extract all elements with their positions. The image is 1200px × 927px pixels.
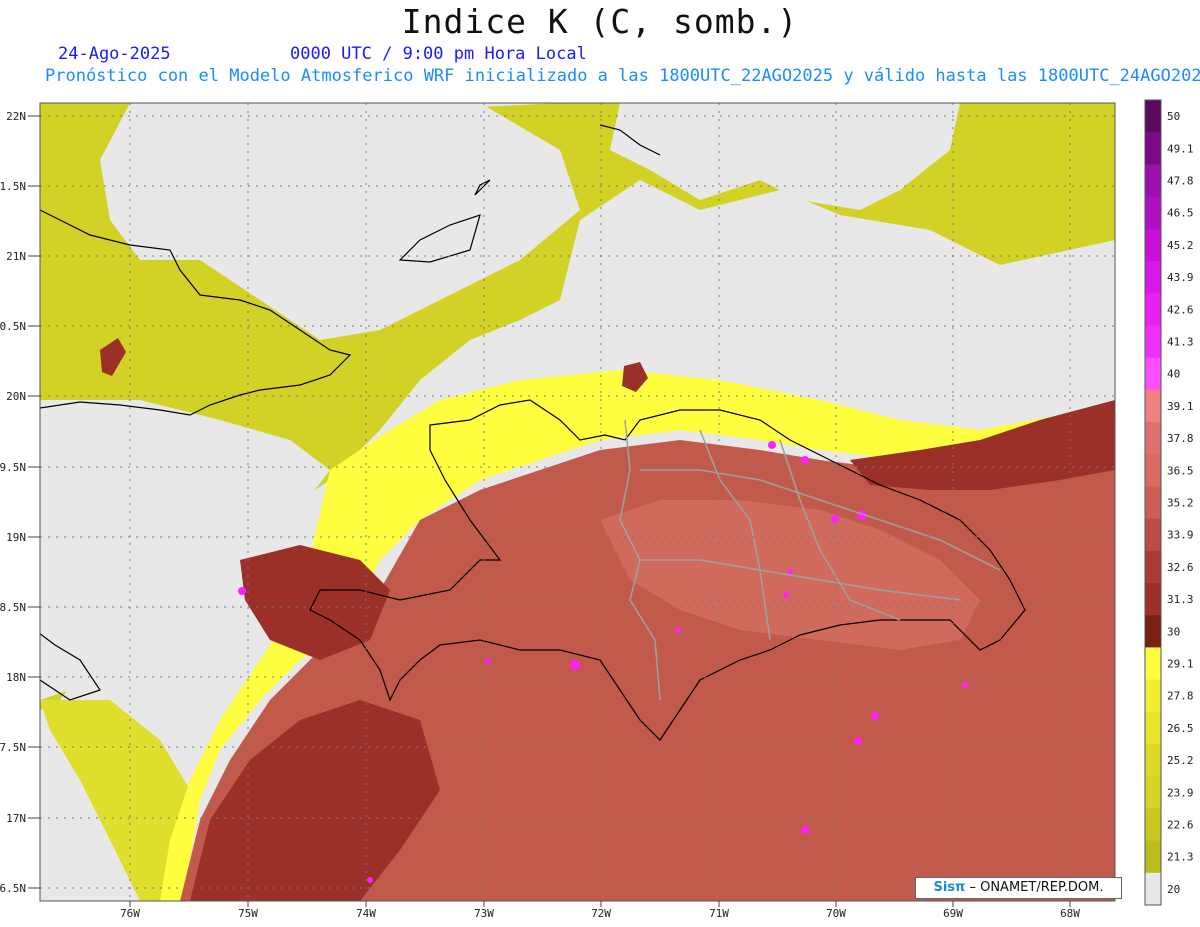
lon-label: 72W <box>591 907 611 920</box>
colorbar-swatch <box>1145 261 1161 294</box>
colorbar-swatch <box>1145 711 1161 745</box>
colorbar-label: 40 <box>1167 368 1180 381</box>
lat-label: 8.5N <box>0 601 26 614</box>
colorbar-swatch <box>1145 550 1161 584</box>
colorbar-label: 41.3 <box>1167 336 1194 349</box>
colorbar-swatch <box>1145 518 1161 552</box>
colorbar-swatch <box>1145 422 1161 455</box>
lon-label: 76W <box>120 907 140 920</box>
colorbar-label: 50 <box>1167 110 1180 123</box>
lon-label: 73W <box>474 907 494 920</box>
colorbar-label: 27.8 <box>1167 690 1194 703</box>
colorbar-swatch <box>1145 132 1161 165</box>
colorbar-swatch <box>1145 615 1161 648</box>
lon-label: 68W <box>1060 907 1080 920</box>
colorbar-swatch <box>1145 100 1161 133</box>
colorbar-label: 37.8 <box>1167 432 1194 445</box>
colorbar-label: 21.3 <box>1167 851 1194 864</box>
colorbar-swatch <box>1145 647 1161 681</box>
colorbar-swatch <box>1145 196 1161 230</box>
colorbar-label: 45.2 <box>1167 239 1194 252</box>
colorbar-swatch <box>1145 744 1161 777</box>
colorbar-swatch <box>1145 357 1161 391</box>
colorbar-label: 33.9 <box>1167 529 1194 542</box>
k-index-map: 22N 1.5N 21N 0.5N 20N 9.5N 19N 8.5N 18N … <box>0 99 1194 920</box>
lon-label: 71W <box>709 907 729 920</box>
lat-label: 19N <box>6 531 26 544</box>
colorbar-label: 42.6 <box>1167 303 1194 316</box>
colorbar-swatch <box>1145 840 1161 874</box>
credit-box: Sisπ – ONAMET/REP.DOM. <box>915 877 1122 899</box>
colorbar: 50 49.1 47.8 46.5 45.2 43.9 42.6 41.3 40 39.1 37.8… <box>1144 99 1194 906</box>
colorbar-label: 30 <box>1167 625 1180 638</box>
colorbar-swatch <box>1145 583 1161 616</box>
colorbar-label: 35.2 <box>1167 497 1194 510</box>
colorbar-label: 47.8 <box>1167 175 1194 188</box>
lat-label: 9.5N <box>0 461 26 474</box>
lat-label: 17N <box>6 812 26 825</box>
colorbar-label: 26.5 <box>1167 722 1194 735</box>
colorbar-swatch <box>1145 454 1161 487</box>
colorbar-label: 23.9 <box>1167 786 1194 799</box>
lon-label: 70W <box>826 907 846 920</box>
colorbar-label: 25.2 <box>1167 754 1194 767</box>
colorbar-label: 20 <box>1167 883 1180 896</box>
lon-label: 69W <box>943 907 963 920</box>
colorbar-swatch <box>1145 389 1161 423</box>
lat-label: 6.5N <box>0 882 26 895</box>
colorbar-label: 31.3 <box>1167 593 1194 606</box>
colorbar-swatch <box>1145 486 1161 520</box>
lat-label: 18N <box>6 671 26 684</box>
colorbar-label: 36.5 <box>1167 464 1194 477</box>
lat-label: 20N <box>6 390 26 403</box>
colorbar-label: 39.1 <box>1167 400 1194 413</box>
colorbar-swatch <box>1145 293 1161 326</box>
colorbar-label: 22.6 <box>1167 819 1194 832</box>
colorbar-label: 49.1 <box>1167 142 1194 155</box>
colorbar-swatch <box>1145 228 1161 262</box>
lon-label: 74W <box>356 907 376 920</box>
credit-text: – ONAMET/REP.DOM. <box>969 880 1104 895</box>
lat-label: 7.5N <box>0 741 26 754</box>
lat-label: 1.5N <box>0 180 26 193</box>
lat-label: 0.5N <box>0 320 26 333</box>
colorbar-swatch <box>1145 776 1161 809</box>
colorbar-swatch <box>1145 872 1161 906</box>
colorbar-swatch <box>1145 679 1161 713</box>
colorbar-label: 32.6 <box>1167 561 1194 574</box>
colorbar-swatch <box>1145 164 1161 198</box>
lat-label: 21N <box>6 250 26 263</box>
sispi-logo: Sisπ <box>933 880 966 895</box>
colorbar-swatch <box>1145 325 1161 359</box>
colorbar-label: 29.1 <box>1167 658 1194 671</box>
colorbar-swatch <box>1145 808 1161 842</box>
lat-label: 22N <box>6 110 26 123</box>
colorbar-label: 43.9 <box>1167 271 1194 284</box>
lon-label: 75W <box>238 907 258 920</box>
colorbar-label: 46.5 <box>1167 207 1194 220</box>
